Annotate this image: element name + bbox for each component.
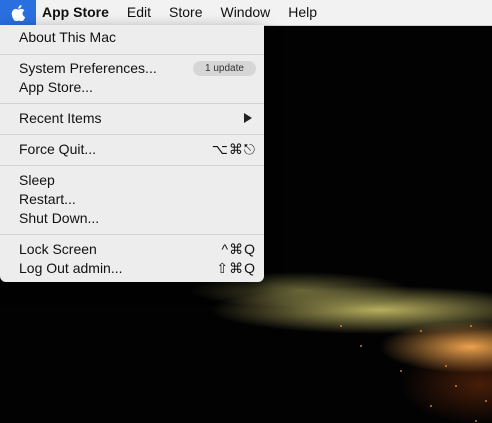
menu-item-label: Force Quit... (19, 141, 97, 157)
menu-item-label: About This Mac (19, 29, 117, 45)
menu-item-label: Recent Items (19, 110, 102, 126)
menu-window[interactable]: Window (211, 0, 279, 25)
menu-separator (0, 54, 264, 55)
menu-item-recent-items[interactable]: Recent Items (0, 109, 264, 128)
menu-help[interactable]: Help (279, 0, 326, 25)
menu-app-store[interactable]: App Store (36, 0, 118, 25)
menu-item-label: App Store... (19, 79, 93, 95)
update-badge: 1 update (193, 61, 256, 76)
menu-item-label: Log Out admin... (19, 260, 123, 276)
menu-item-sleep[interactable]: Sleep (0, 171, 264, 190)
apple-menu-button[interactable] (0, 0, 36, 25)
menu-item-label: Shut Down... (19, 210, 100, 226)
menu-item-system-preferences[interactable]: System Preferences... 1 update (0, 59, 264, 78)
menu-item-about-this-mac[interactable]: About This Mac (0, 28, 264, 47)
apple-dropdown-menu: About This Mac System Preferences... 1 u… (0, 25, 264, 282)
menu-item-lock-screen[interactable]: Lock Screen ^⌘Q (0, 240, 264, 259)
menu-separator (0, 165, 264, 166)
menu-separator (0, 234, 264, 235)
keyboard-shortcut: ^⌘Q (221, 241, 256, 257)
menu-item-label: Restart... (19, 191, 76, 207)
keyboard-shortcut: ⌥⌘⎋ (211, 141, 256, 157)
menu-separator (0, 103, 264, 104)
menu-store[interactable]: Store (160, 0, 211, 25)
menu-item-label: Sleep (19, 172, 55, 188)
keyboard-shortcut: ⇧⌘Q (216, 260, 256, 276)
menu-item-app-store[interactable]: App Store... (0, 78, 264, 97)
menu-item-restart[interactable]: Restart... (0, 190, 264, 209)
submenu-arrow-icon (244, 113, 252, 123)
menu-item-force-quit[interactable]: Force Quit... ⌥⌘⎋ (0, 140, 264, 159)
menu-item-label: System Preferences... (19, 60, 157, 76)
menu-item-log-out[interactable]: Log Out admin... ⇧⌘Q (0, 259, 264, 278)
apple-logo-icon (11, 4, 25, 21)
menu-edit[interactable]: Edit (118, 0, 160, 25)
menu-item-label: Lock Screen (19, 241, 97, 257)
menu-bar: App Store Edit Store Window Help (0, 0, 492, 26)
menu-item-shut-down[interactable]: Shut Down... (0, 209, 264, 228)
menu-separator (0, 134, 264, 135)
